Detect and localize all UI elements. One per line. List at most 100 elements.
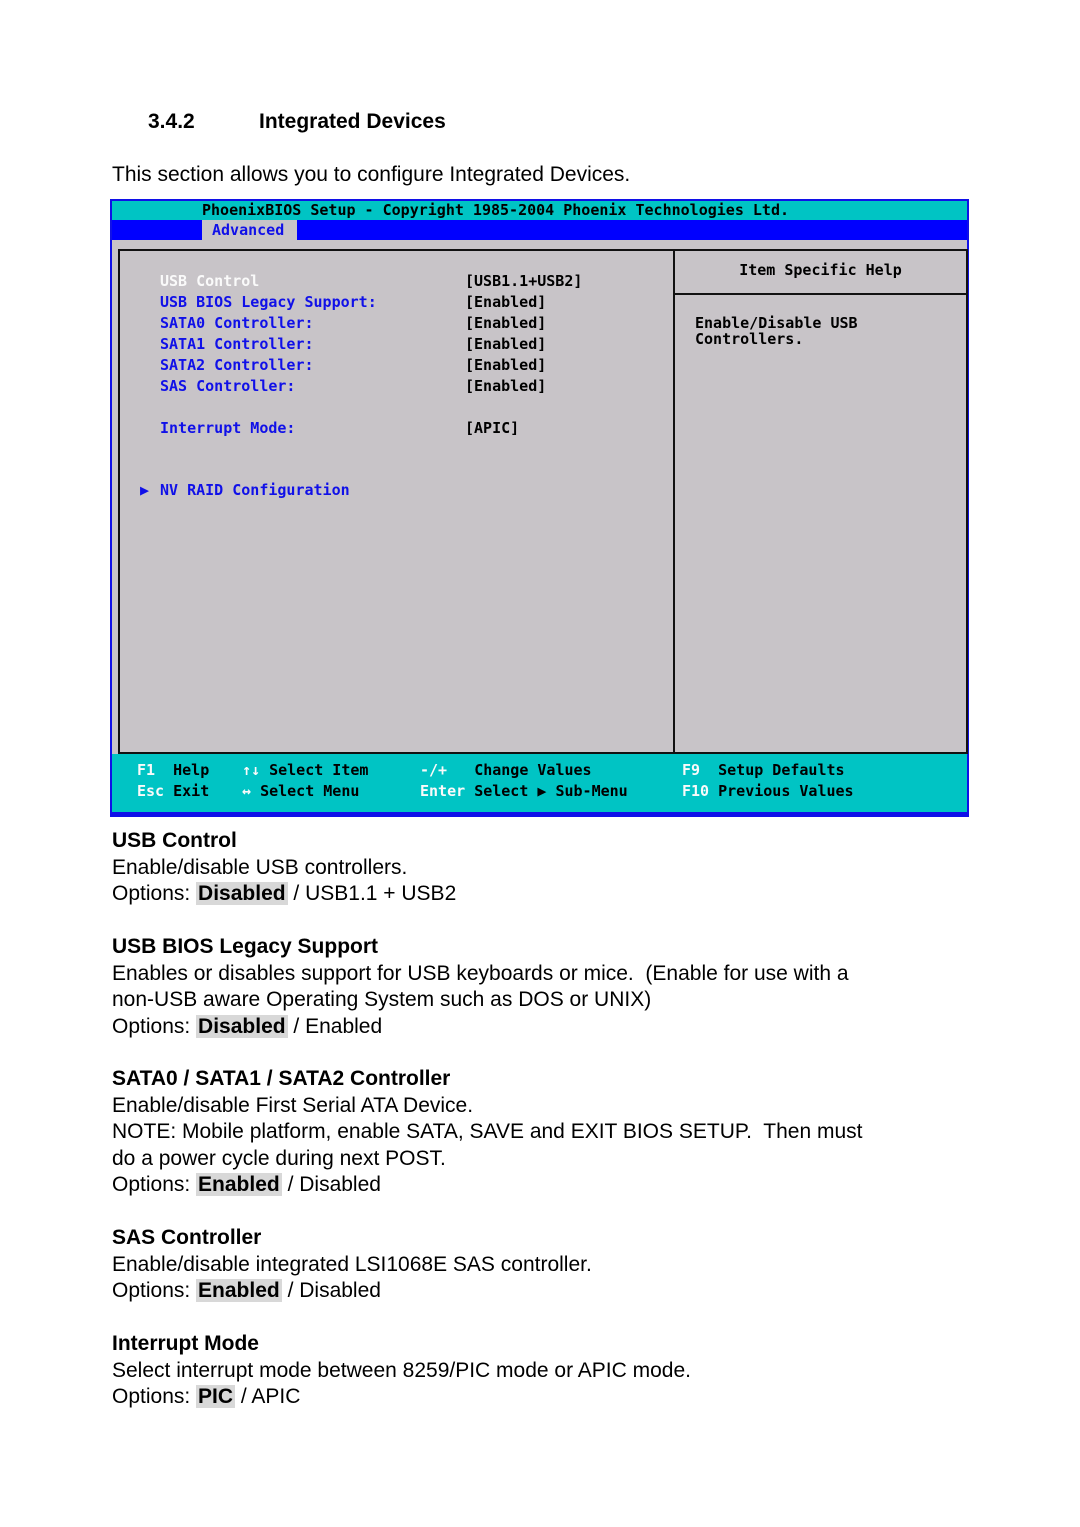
key-label: F9 (682, 761, 701, 779)
setting-sata1[interactable]: SATA1 Controller: [Enabled] (160, 334, 546, 355)
setting-value[interactable]: [USB1.1+USB2] (465, 271, 582, 292)
options-prefix: Options: (112, 1014, 197, 1038)
other-options: / Enabled (287, 1014, 383, 1038)
section-intro: This section allows you to configure Int… (112, 163, 631, 186)
setting-label: SATA2 Controller: (160, 356, 314, 374)
bios-settings-panel: USB Control [USB1.1+USB2] USB BIOS Legacy… (118, 249, 674, 754)
setting-usb-bios-legacy[interactable]: USB BIOS Legacy Support: [Enabled] (160, 292, 546, 313)
setting-value[interactable]: [Enabled] (465, 334, 546, 355)
bios-screenshot: PhoenixBIOS Setup - Copyright 1985-2004 … (110, 199, 969, 817)
key-label: F10 (682, 782, 710, 800)
key-action: Exit (173, 782, 210, 800)
options-prefix: Options: (112, 1173, 197, 1196)
key-action: Select ▶ Sub-Menu (474, 782, 628, 800)
triangle-right-icon: ▶ (140, 481, 150, 499)
desc-options: Options: Disabled / USB1.1 + USB2 (112, 881, 972, 908)
setting-value[interactable]: [Enabled] (465, 376, 546, 397)
key-f1: F1 Help (137, 760, 209, 781)
submenu-nv-raid[interactable]: ▶ NV RAID Configuration (140, 480, 350, 501)
desc-heading: Interrupt Mode (112, 1332, 259, 1355)
key-action: Help (173, 761, 210, 779)
section-number: 3.4.2 (148, 110, 195, 133)
default-option: PIC (196, 1385, 236, 1408)
setting-label: Interrupt Mode: (160, 419, 296, 437)
other-options: / USB1.1 + USB2 (287, 882, 457, 905)
options-prefix: Options: (112, 1385, 197, 1408)
desc-line: non-USB aware Operating System such as D… (112, 988, 652, 1011)
desc-line: Select interrupt mode between 8259/PIC m… (112, 1358, 691, 1382)
key-esc: Esc Exit (137, 781, 209, 802)
setting-label: SATA0 Controller: (160, 314, 314, 332)
bios-menu-bar: Advanced (112, 220, 967, 240)
desc-sas-controller: SAS Controller Enable/disable integrated… (112, 1225, 972, 1305)
section-title: 3.4.2 Integrated Devices (148, 110, 446, 134)
desc-usb-bios-legacy: USB BIOS Legacy Support Enables or disab… (112, 934, 972, 1040)
desc-heading: SAS Controller (112, 1226, 262, 1249)
desc-sata-controllers: SATA0 / SATA1 / SATA2 Controller Enable/… (112, 1066, 972, 1199)
desc-heading: USB Control (112, 829, 237, 852)
submenu-label: NV RAID Configuration (160, 481, 350, 499)
key-enter: Enter Select ▶ Sub-Menu (420, 781, 628, 802)
key-f9: F9 Setup Defaults (682, 760, 845, 781)
desc-heading: USB BIOS Legacy Support (112, 935, 379, 958)
key-minus-plus: -/+ Change Values (420, 760, 592, 781)
bios-title: PhoenixBIOS Setup - Copyright 1985-2004 … (202, 201, 789, 219)
help-heading: Item Specific Help (675, 251, 966, 295)
default-option: Enabled (196, 1279, 282, 1302)
help-text: Enable/Disable USB Controllers. (695, 314, 858, 348)
desc-options: Options: Enabled / Disabled (112, 1172, 972, 1199)
setting-label: USB Control (160, 272, 260, 290)
desc-options: Options: Disabled / Enabled (112, 1014, 972, 1041)
default-option: Enabled (196, 1173, 282, 1196)
bios-help-panel: Item Specific Help Enable/Disable USB Co… (674, 249, 968, 754)
setting-interrupt-mode[interactable]: Interrupt Mode: [APIC] (160, 418, 519, 439)
desc-line: Enable/disable USB controllers. (112, 855, 408, 879)
setting-value[interactable]: [Enabled] (465, 355, 546, 376)
setting-value[interactable]: [APIC] (465, 418, 519, 439)
desc-heading: SATA0 / SATA1 / SATA2 Controller (112, 1067, 451, 1090)
desc-line: NOTE: Mobile platform, enable SATA, SAVE… (112, 1120, 863, 1143)
setting-sata2[interactable]: SATA2 Controller: [Enabled] (160, 355, 546, 376)
key-label: F1 (137, 761, 156, 779)
key-action: Change Values (474, 761, 592, 779)
key-label: Esc (137, 782, 165, 800)
desc-line: Enables or disables support for USB keyb… (112, 961, 849, 985)
desc-options: Options: Enabled / Disabled (112, 1278, 972, 1305)
setting-label: USB BIOS Legacy Support: (160, 293, 377, 311)
desc-line: Enable/disable integrated LSI1068E SAS c… (112, 1252, 592, 1276)
desc-interrupt-mode: Interrupt Mode Select interrupt mode bet… (112, 1331, 972, 1411)
desc-options: Options: PIC / APIC (112, 1384, 972, 1411)
key-action: Select Item (269, 761, 369, 779)
key-up-down: ↑↓ Select Item (242, 760, 368, 781)
setting-value[interactable]: [Enabled] (465, 313, 546, 334)
setting-value[interactable]: [Enabled] (465, 292, 546, 313)
key-action: Setup Defaults (718, 761, 845, 779)
default-option: Disabled (196, 1014, 288, 1038)
key-left-right: ↔ Select Menu (242, 781, 359, 802)
options-prefix: Options: (112, 882, 197, 905)
bios-title-bar: PhoenixBIOS Setup - Copyright 1985-2004 … (112, 201, 967, 220)
desc-usb-control: USB Control Enable/disable USB controlle… (112, 828, 972, 908)
setting-sas[interactable]: SAS Controller: [Enabled] (160, 376, 546, 397)
section-title-text: Integrated Devices (259, 110, 446, 133)
key-f10: F10 Previous Values (682, 781, 854, 802)
options-prefix: Options: (112, 1279, 197, 1302)
setting-sata0[interactable]: SATA0 Controller: [Enabled] (160, 313, 546, 334)
key-label: Enter (420, 782, 466, 800)
other-options: / APIC (235, 1385, 301, 1408)
other-options: / Disabled (281, 1173, 381, 1196)
left-right-arrows-icon: ↔ (242, 782, 252, 800)
tab-advanced[interactable]: Advanced (202, 220, 298, 240)
setting-usb-control[interactable]: USB Control [USB1.1+USB2] (160, 271, 582, 292)
setting-label: SAS Controller: (160, 377, 296, 395)
key-label: -/+ (420, 761, 448, 779)
key-action: Previous Values (718, 782, 854, 800)
bios-key-legend: F1 Help ↑↓ Select Item -/+ Change Values… (112, 754, 967, 815)
desc-line: Enable/disable First Serial ATA Device. (112, 1093, 474, 1117)
desc-line: do a power cycle during next POST. (112, 1146, 446, 1170)
other-options: / Disabled (281, 1279, 381, 1302)
setting-label: SATA1 Controller: (160, 335, 314, 353)
default-option: Disabled (196, 882, 288, 905)
key-action: Select Menu (260, 782, 360, 800)
up-down-arrows-icon: ↑↓ (242, 761, 261, 779)
